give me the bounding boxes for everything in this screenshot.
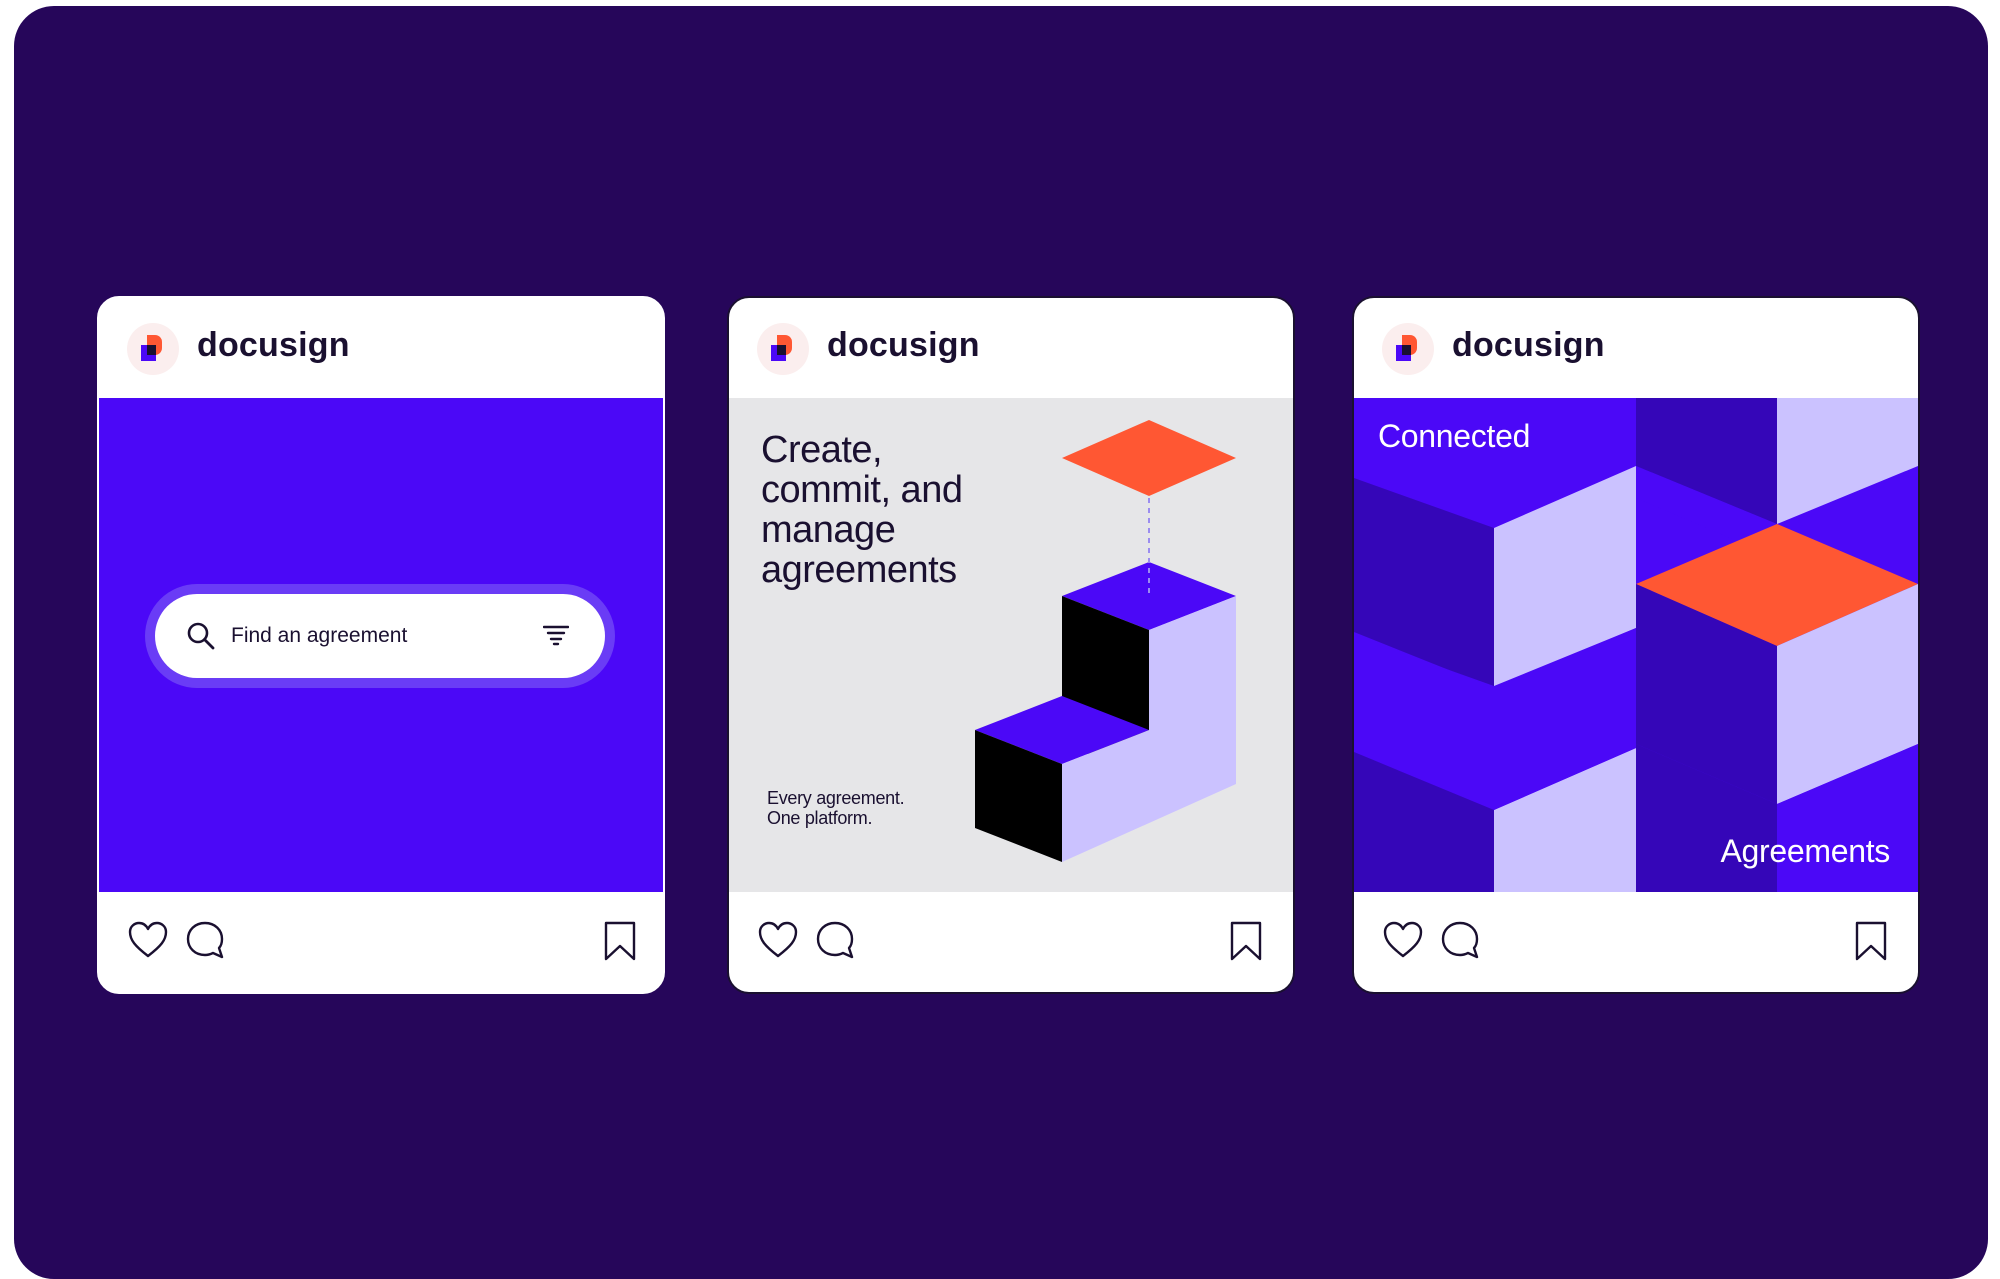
- isometric-cube-pattern: [1354, 398, 1918, 892]
- comment-icon[interactable]: [185, 920, 227, 960]
- heart-icon[interactable]: [1382, 920, 1424, 960]
- brand-name: docusign: [197, 326, 350, 364]
- search-icon: [185, 620, 217, 657]
- docusign-logo-icon: [757, 323, 809, 375]
- headline: Create, commit, and manage agreements: [761, 429, 963, 591]
- bottom-label: Agreements: [1720, 833, 1890, 869]
- post-header: docusign: [1354, 298, 1918, 398]
- comment-icon[interactable]: [1440, 920, 1482, 960]
- bookmark-icon[interactable]: [1229, 920, 1263, 962]
- post-header: docusign: [729, 298, 1293, 398]
- bookmark-icon[interactable]: [1854, 920, 1888, 962]
- heart-icon[interactable]: [757, 920, 799, 960]
- post-media: Connected Agreements: [1354, 398, 1918, 892]
- filter-icon[interactable]: [542, 624, 570, 651]
- brand-name: docusign: [827, 326, 980, 364]
- showcase-background: docusign Find an agreement docusign Crea…: [14, 6, 1988, 1279]
- social-post-connected: docusign Connected Agreements: [1352, 296, 1920, 994]
- post-media: Find an agreement: [99, 398, 663, 892]
- post-header: docusign: [99, 298, 663, 398]
- comment-icon[interactable]: [815, 920, 857, 960]
- heart-icon[interactable]: [127, 920, 169, 960]
- docusign-logo-icon: [1382, 323, 1434, 375]
- post-media: Create, commit, and manage agreements Ev…: [729, 398, 1293, 892]
- docusign-logo-icon: [127, 323, 179, 375]
- social-post-search: docusign Find an agreement: [97, 296, 665, 994]
- social-post-platform: docusign Create, commit, and manage agre…: [727, 296, 1295, 994]
- search-input[interactable]: Find an agreement: [231, 624, 407, 648]
- post-actions: [99, 892, 663, 992]
- tagline: Every agreement. One platform.: [767, 788, 905, 828]
- brand-name: docusign: [1452, 326, 1605, 364]
- top-label: Connected: [1378, 418, 1531, 454]
- post-actions: [1354, 892, 1918, 992]
- bookmark-icon[interactable]: [603, 920, 637, 962]
- post-actions: [729, 892, 1293, 992]
